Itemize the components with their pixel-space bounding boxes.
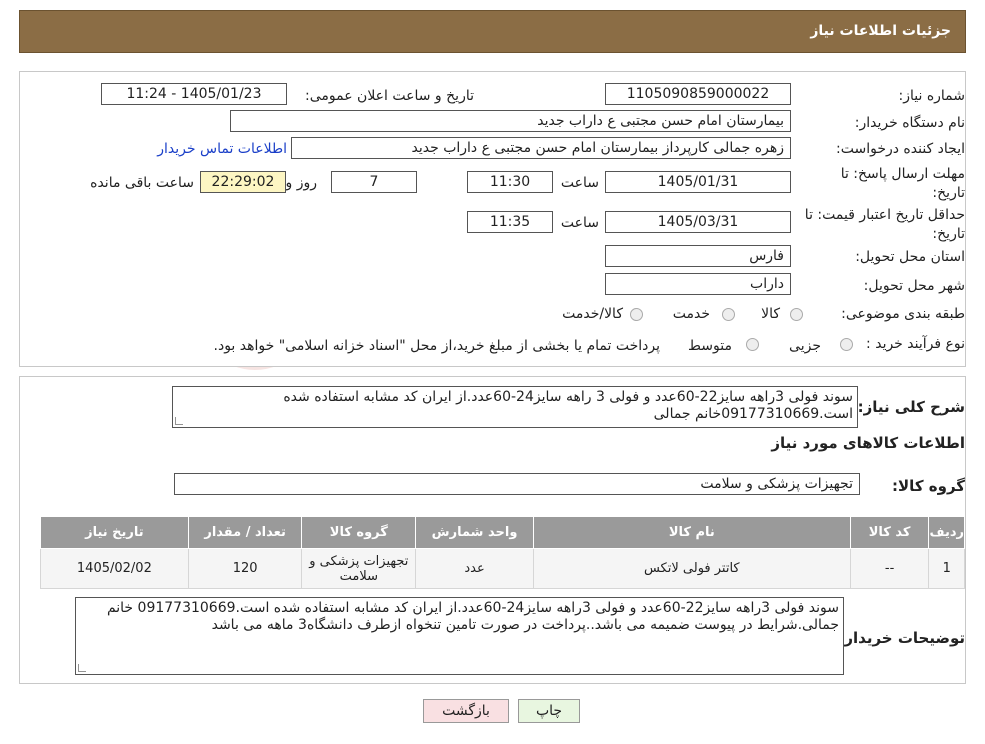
buyer-contact-link[interactable]: اطلاعات تماس خریدار [157,141,287,157]
remaining-time-field: 22:29:02 [200,171,286,193]
cell-unit: عدد [415,548,534,589]
col-unit: واحد شمارش [415,516,534,549]
col-qty: تعداد / مقدار [187,516,303,549]
table-row: 1 -- کاتتر فولی لاتکس عدد تجهیزات پزشکی … [40,548,965,589]
process-radio-minor[interactable] [840,338,853,351]
group-label: گروه کالا: [892,477,965,495]
items-table: ردیف کد کالا نام کالا واحد شمارش گروه کا… [40,516,965,589]
page-title: جزئیات اطلاعات نیاز [810,23,951,39]
resize-grip-icon[interactable] [78,664,86,672]
province-field: فارس [605,245,791,267]
cell-code: -- [849,548,930,589]
category-radio-service[interactable] [722,308,735,321]
back-button[interactable]: بازگشت [423,699,509,723]
need-number-label: شماره نیاز: [898,88,966,104]
validity-time-label: ساعت [560,215,599,231]
cell-group: تجهیزات پزشکی و سلامت [301,548,417,589]
announce-label: تاریخ و ساعت اعلان عمومی: [305,88,474,104]
validity-label: حداقل تاریخ اعتبار قیمت: تا تاریخ: [804,207,965,242]
col-row: ردیف [928,516,965,549]
buyer-notes-textarea[interactable]: سوند فولی 3راهه سایز22-60عدد و فولی 3راه… [75,597,844,675]
cell-row: 1 [928,548,965,589]
category-label: طبقه بندی موضوعی: [841,306,965,322]
days-label: روز و [285,175,318,191]
need-number-field: 1105090859000022 [605,83,791,105]
category-radio-goods-service[interactable] [630,308,643,321]
announce-datetime-field: 1405/01/23 - 11:24 [101,83,287,105]
summary-text: سوند فولی 3راهه سایز22-60عدد و فولی 3 را… [283,389,853,422]
col-date: تاریخ نیاز [40,516,189,549]
deadline-time-label: ساعت [560,175,599,191]
city-field: داراب [605,273,791,295]
deadline-label: مهلت ارسال پاسخ: تا تاریخ: [840,166,965,201]
group-field: تجهیزات پزشکی و سلامت [174,473,860,495]
page-header: جزئیات اطلاعات نیاز [19,10,966,53]
process-option-minor: جزیی [789,338,821,354]
col-name: نام کالا [532,516,851,549]
category-option-goods-service: کالا/خدمت [562,306,623,322]
process-radio-medium[interactable] [746,338,759,351]
remaining-label: ساعت باقی مانده [90,175,194,191]
summary-label: شرح کلی نیاز: [857,398,965,416]
summary-textarea[interactable]: سوند فولی 3راهه سایز22-60عدد و فولی 3 را… [172,386,858,428]
buyer-field: بیمارستان امام حسن مجتبی ع داراب جدید [230,110,791,132]
cell-date: 1405/02/02 [40,548,189,589]
items-title: اطلاعات کالاهای مورد نیاز [771,434,965,452]
deadline-time-field: 11:30 [467,171,553,193]
category-radio-goods[interactable] [790,308,803,321]
city-label: شهر محل تحویل: [863,278,965,294]
days-field: 7 [331,171,417,193]
col-code: کد کالا [849,516,930,549]
category-option-service: خدمت [672,306,710,322]
validity-time-field: 11:35 [467,211,553,233]
resize-grip-icon[interactable] [175,417,183,425]
deadline-date-field: 1405/01/31 [605,171,791,193]
table-header-row: ردیف کد کالا نام کالا واحد شمارش گروه کا… [40,516,965,549]
buyer-label: نام دستگاه خریدار: [854,115,965,131]
cell-name: کاتتر فولی لاتکس [532,548,851,589]
cell-qty: 120 [187,548,303,589]
validity-date-field: 1405/03/31 [605,211,791,233]
print-button[interactable]: چاپ [518,699,580,723]
province-label: استان محل تحویل: [855,249,965,265]
creator-label: ایجاد کننده درخواست: [836,141,965,157]
buyer-notes-label: توضیحات خریدار: [838,629,965,647]
buyer-notes-text: سوند فولی 3راهه سایز22-60عدد و فولی 3راه… [106,600,839,633]
process-option-medium: متوسط [688,338,732,354]
col-group: گروه کالا [301,516,417,549]
process-label: نوع فرآیند خرید : [866,336,965,352]
process-note: پرداخت تمام یا بخشی از مبلغ خرید،از محل … [213,338,660,354]
creator-field: زهره جمالی کارپرداز بیمارستان امام حسن م… [291,137,791,159]
category-option-goods: کالا [761,306,780,322]
